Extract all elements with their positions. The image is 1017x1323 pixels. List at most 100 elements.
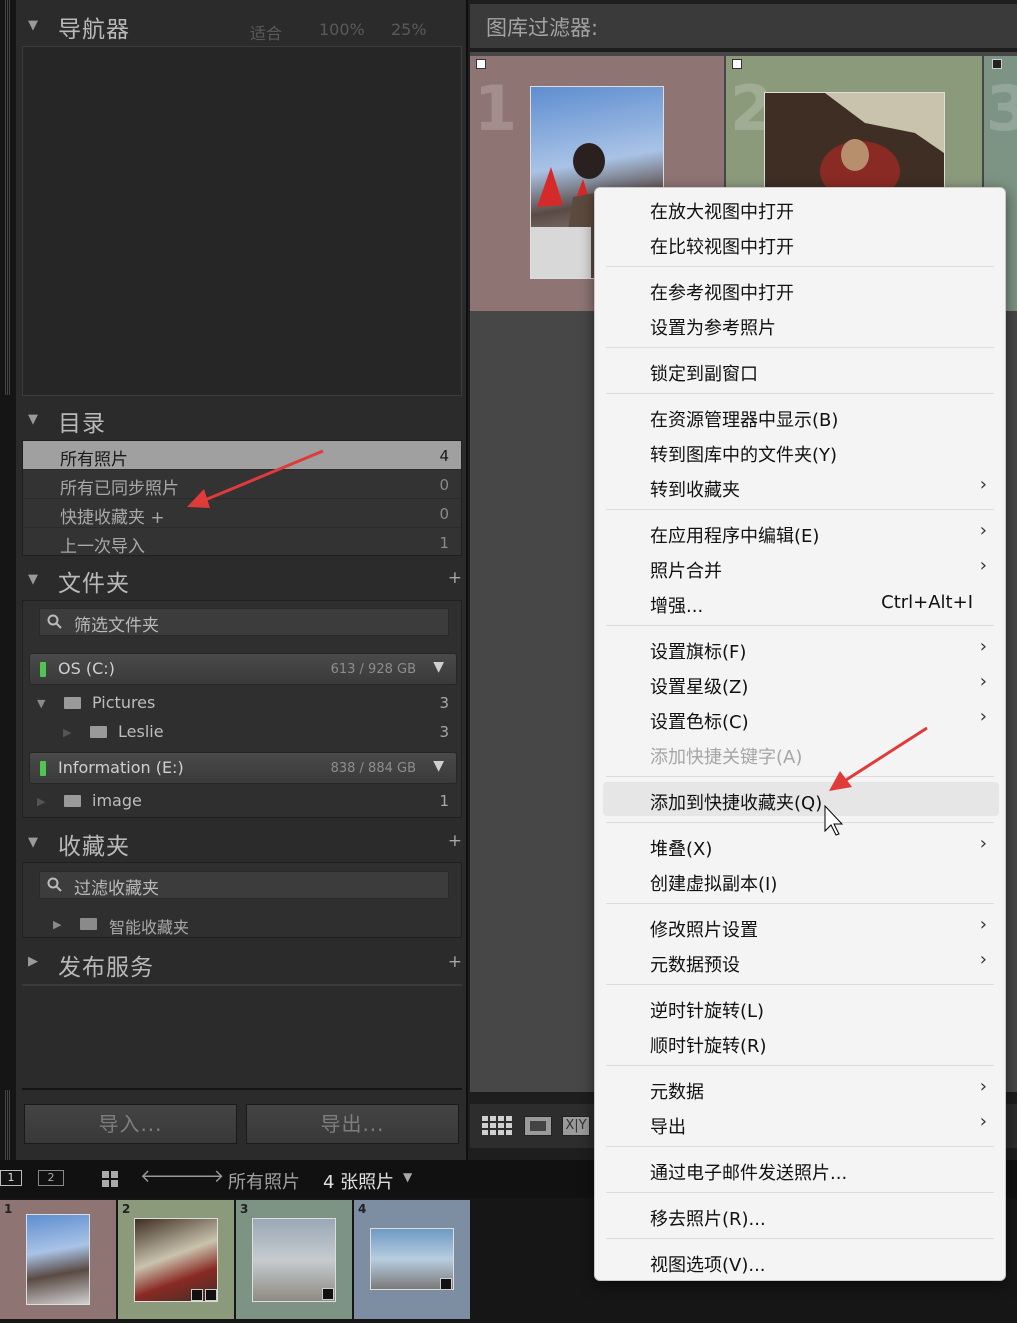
expand-triangle-icon[interactable]: ▶ bbox=[28, 954, 38, 969]
menu-item[interactable]: 移去照片(R)... bbox=[603, 1198, 999, 1232]
menu-item-label: 转到收藏夹 bbox=[650, 480, 740, 501]
filmstrip-thumbnail[interactable] bbox=[26, 1214, 90, 1305]
flag-icon[interactable] bbox=[732, 59, 742, 69]
menu-item[interactable]: 顺时针旋转(R) bbox=[603, 1025, 999, 1059]
collapse-triangle-icon[interactable]: ▼ bbox=[28, 18, 38, 33]
menu-item[interactable]: 转到图库中的文件夹(Y) bbox=[603, 434, 999, 468]
expand-triangle-icon[interactable]: ▶ bbox=[63, 726, 71, 739]
loupe-view-icon[interactable] bbox=[524, 1116, 552, 1136]
catalog-row-previous-import[interactable]: 上一次导入 1 bbox=[23, 528, 461, 557]
import-button[interactable]: 导入... bbox=[24, 1104, 237, 1144]
menu-item[interactable]: 转到收藏夹 › bbox=[603, 469, 999, 503]
menu-item[interactable]: 增强... Ctrl+Alt+I bbox=[603, 585, 999, 619]
export-button[interactable]: 导出... bbox=[246, 1104, 459, 1144]
filmstrip-cell-2[interactable]: 2 bbox=[118, 1200, 234, 1319]
menu-item[interactable]: 设置色标(C) › bbox=[603, 701, 999, 735]
folder-filter-input[interactable]: 筛选文件夹 bbox=[39, 608, 449, 636]
menu-separator bbox=[606, 625, 994, 626]
catalog-row-all-photos[interactable]: 所有照片 4 bbox=[23, 441, 461, 470]
folder-count: 3 bbox=[439, 694, 449, 712]
folder-row-leslie[interactable]: ▶ Leslie 3 bbox=[23, 718, 461, 746]
menu-item[interactable]: 堆叠(X) › bbox=[603, 828, 999, 862]
menu-item[interactable]: 通过电子邮件发送照片... bbox=[603, 1152, 999, 1186]
reject-flag-icon[interactable] bbox=[992, 59, 1002, 69]
navigator-header[interactable]: ▼ 导航器 适合 100% 25% bbox=[16, 4, 468, 44]
menu-separator bbox=[606, 1192, 994, 1193]
folder-icon bbox=[64, 697, 81, 709]
volume-os-c[interactable]: OS (C:) 613 / 928 GB ▼ bbox=[29, 653, 457, 685]
filmstrip-cell-1[interactable]: 1 bbox=[0, 1200, 116, 1319]
menu-item[interactable]: 视图选项(V)... bbox=[603, 1244, 999, 1278]
zoom-fit[interactable]: 适合 bbox=[250, 20, 282, 44]
menu-item[interactable]: 导出 › bbox=[603, 1106, 999, 1140]
collection-filter-input[interactable]: 过滤收藏夹 bbox=[39, 871, 449, 899]
filmstrip-cell-3[interactable]: 3 bbox=[236, 1200, 352, 1319]
compare-view-icon[interactable]: X|Y bbox=[562, 1116, 590, 1136]
expand-triangle-icon[interactable]: ▶ bbox=[53, 918, 61, 931]
folders-list: 筛选文件夹 OS (C:) 613 / 928 GB ▼ ▼ Pictures … bbox=[22, 600, 462, 818]
menu-item[interactable]: 设置为参考照片 bbox=[603, 307, 999, 341]
submenu-chevron-icon: › bbox=[979, 1111, 987, 1132]
collapse-triangle-icon[interactable]: ▼ bbox=[28, 412, 38, 427]
collapse-triangle-icon[interactable]: ▼ bbox=[28, 835, 38, 850]
library-filter-bar[interactable]: 图库过滤器: bbox=[470, 4, 1017, 48]
menu-item[interactable]: 在资源管理器中显示(B) bbox=[603, 399, 999, 433]
flag-icon[interactable] bbox=[476, 59, 486, 69]
catalog-row-label: 所有照片 bbox=[60, 450, 128, 470]
zoom-25[interactable]: 25% bbox=[391, 20, 427, 39]
menu-item[interactable]: 逆时针旋转(L) bbox=[603, 990, 999, 1024]
filmstrip-cell-4[interactable]: 4 bbox=[354, 1200, 470, 1319]
menu-separator bbox=[606, 984, 994, 985]
zoom-100[interactable]: 100% bbox=[319, 20, 365, 39]
filmstrip-photo-count[interactable]: 4 张照片 bbox=[323, 1168, 394, 1194]
menu-item[interactable]: 照片合并 › bbox=[603, 550, 999, 584]
menu-item[interactable]: 设置星级(Z) › bbox=[603, 666, 999, 700]
dropdown-arrow-icon[interactable]: ▼ bbox=[433, 659, 444, 675]
menu-item[interactable]: 锁定到副窗口 bbox=[603, 353, 999, 387]
smart-collections-row[interactable]: ▶ 智能收藏夹 bbox=[23, 910, 461, 938]
folder-row-image[interactable]: ▶ image 1 bbox=[23, 787, 461, 815]
filmstrip-source[interactable]: 所有照片 bbox=[228, 1168, 300, 1194]
primary-display-icon[interactable]: 1 bbox=[0, 1170, 22, 1186]
menu-item[interactable]: 在应用程序中编辑(E) › bbox=[603, 515, 999, 549]
menu-item[interactable]: 创建虚拟副本(I) bbox=[603, 863, 999, 897]
catalog-row-label: 快捷收藏夹 + bbox=[60, 508, 165, 528]
menu-item: 添加快捷关键字(A) bbox=[603, 736, 999, 770]
volume-capacity: 838 / 884 GB bbox=[330, 761, 416, 776]
expand-triangle-icon[interactable]: ▼ bbox=[37, 697, 45, 710]
folder-row-pictures[interactable]: ▼ Pictures 3 bbox=[23, 689, 461, 717]
menu-separator bbox=[606, 903, 994, 904]
volume-information-e[interactable]: Information (E:) 838 / 884 GB ▼ bbox=[29, 752, 457, 784]
menu-separator bbox=[606, 1146, 994, 1147]
secondary-display-icon[interactable]: 2 bbox=[38, 1170, 64, 1186]
grid-view-icon[interactable] bbox=[482, 1116, 512, 1136]
collections-header[interactable]: ▼ 收藏夹 + bbox=[16, 821, 468, 861]
menu-item[interactable]: 在放大视图中打开 bbox=[603, 191, 999, 225]
menu-item[interactable]: 修改照片设置 › bbox=[603, 909, 999, 943]
menu-item[interactable]: 在比较视图中打开 bbox=[603, 226, 999, 260]
catalog-row-label: 所有已同步照片 bbox=[60, 479, 179, 499]
dropdown-arrow-icon[interactable]: ▼ bbox=[433, 758, 444, 774]
collapse-triangle-icon[interactable]: ▼ bbox=[28, 572, 38, 587]
add-folder-icon[interactable]: + bbox=[448, 568, 462, 588]
forward-arrow-icon[interactable]: 🡒 bbox=[176, 1166, 224, 1187]
catalog-header[interactable]: ▼ 目录 bbox=[16, 398, 468, 438]
menu-item[interactable]: 在参考视图中打开 bbox=[603, 272, 999, 306]
menu-item[interactable]: 设置旗标(F) › bbox=[603, 631, 999, 665]
panel-resize-grip[interactable] bbox=[5, 0, 11, 395]
grid-view-icon[interactable] bbox=[102, 1171, 118, 1187]
catalog-row-quick-collection[interactable]: 快捷收藏夹 + 0 bbox=[23, 499, 461, 528]
dropdown-arrow-icon[interactable]: ▼ bbox=[403, 1170, 412, 1184]
expand-triangle-icon[interactable]: ▶ bbox=[37, 795, 45, 808]
menu-item[interactable]: 元数据预设 › bbox=[603, 944, 999, 978]
panel-resize-grip-bottom[interactable] bbox=[5, 1090, 11, 1160]
photo-thumbnail[interactable] bbox=[764, 92, 945, 202]
add-collection-icon[interactable]: + bbox=[448, 831, 462, 851]
folders-header[interactable]: ▼ 文件夹 + bbox=[16, 558, 468, 598]
menu-item[interactable]: 添加到快捷收藏夹(Q) bbox=[603, 782, 999, 816]
publish-header[interactable]: ▶ 发布服务 + bbox=[16, 942, 468, 982]
catalog-row-synced[interactable]: 所有已同步照片 0 bbox=[23, 470, 461, 499]
navigator-preview[interactable] bbox=[22, 46, 462, 396]
menu-item[interactable]: 元数据 › bbox=[603, 1071, 999, 1105]
add-publish-icon[interactable]: + bbox=[448, 952, 462, 972]
